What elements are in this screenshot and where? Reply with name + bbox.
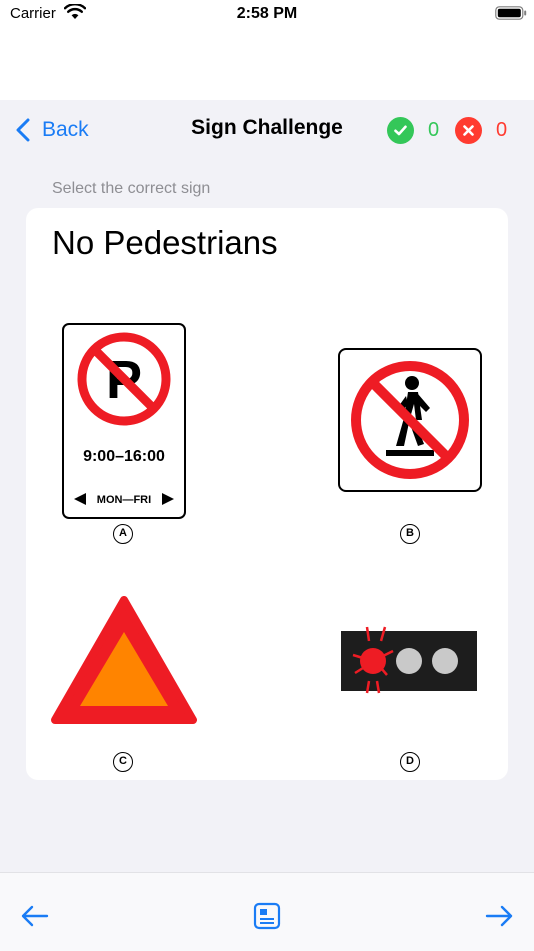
- option-b[interactable]: B: [331, 343, 491, 548]
- instruction-text: Select the correct sign: [52, 180, 211, 197]
- option-c-label: C: [113, 752, 133, 772]
- correct-count: 0: [428, 118, 440, 141]
- wrong-count: 0: [496, 118, 508, 141]
- no-pedestrians-sign: [338, 348, 482, 492]
- status-time: 2:58 PM: [236, 5, 298, 22]
- slow-moving-vehicle-sign: [51, 596, 197, 724]
- document-icon: [253, 902, 281, 930]
- arrow-right-icon: [485, 905, 513, 927]
- details-button[interactable]: [250, 899, 284, 933]
- cross-icon: [455, 116, 482, 144]
- battery-icon: [495, 6, 527, 20]
- traffic-light-sign: [341, 626, 477, 694]
- no-parking-sign: P 9:00–16:00 MON—FRI: [62, 323, 186, 519]
- option-c[interactable]: C: [46, 588, 206, 778]
- option-d[interactable]: D: [331, 613, 491, 778]
- sign-time-text: 9:00–16:00: [83, 448, 165, 465]
- option-b-label: B: [400, 524, 420, 544]
- back-button-label: Back: [42, 118, 89, 141]
- arrow-left-icon: [21, 905, 49, 927]
- sign-days-text: MON—FRI: [97, 494, 151, 506]
- next-button[interactable]: [483, 899, 517, 933]
- option-a[interactable]: P 9:00–16:00 MON—FRI A: [56, 318, 196, 548]
- checkmark-icon: [387, 116, 414, 144]
- option-d-label: D: [400, 752, 420, 772]
- option-a-label: A: [113, 524, 133, 544]
- chevron-left-icon: [16, 118, 30, 142]
- back-button[interactable]: Back: [14, 114, 89, 146]
- previous-button[interactable]: [17, 899, 51, 933]
- quiz-card: No Pedestrians P 9:00–16:00 MON—FRI A B: [26, 208, 508, 780]
- navigation-bar: Back Sign Challenge 0 0: [0, 100, 534, 160]
- correct-score: 0: [387, 116, 439, 144]
- bottom-toolbar: [0, 872, 534, 951]
- question-title: No Pedestrians: [52, 224, 278, 261]
- wrong-score: 0: [455, 116, 507, 144]
- status-bar: Carrier 2:58 PM: [0, 0, 534, 100]
